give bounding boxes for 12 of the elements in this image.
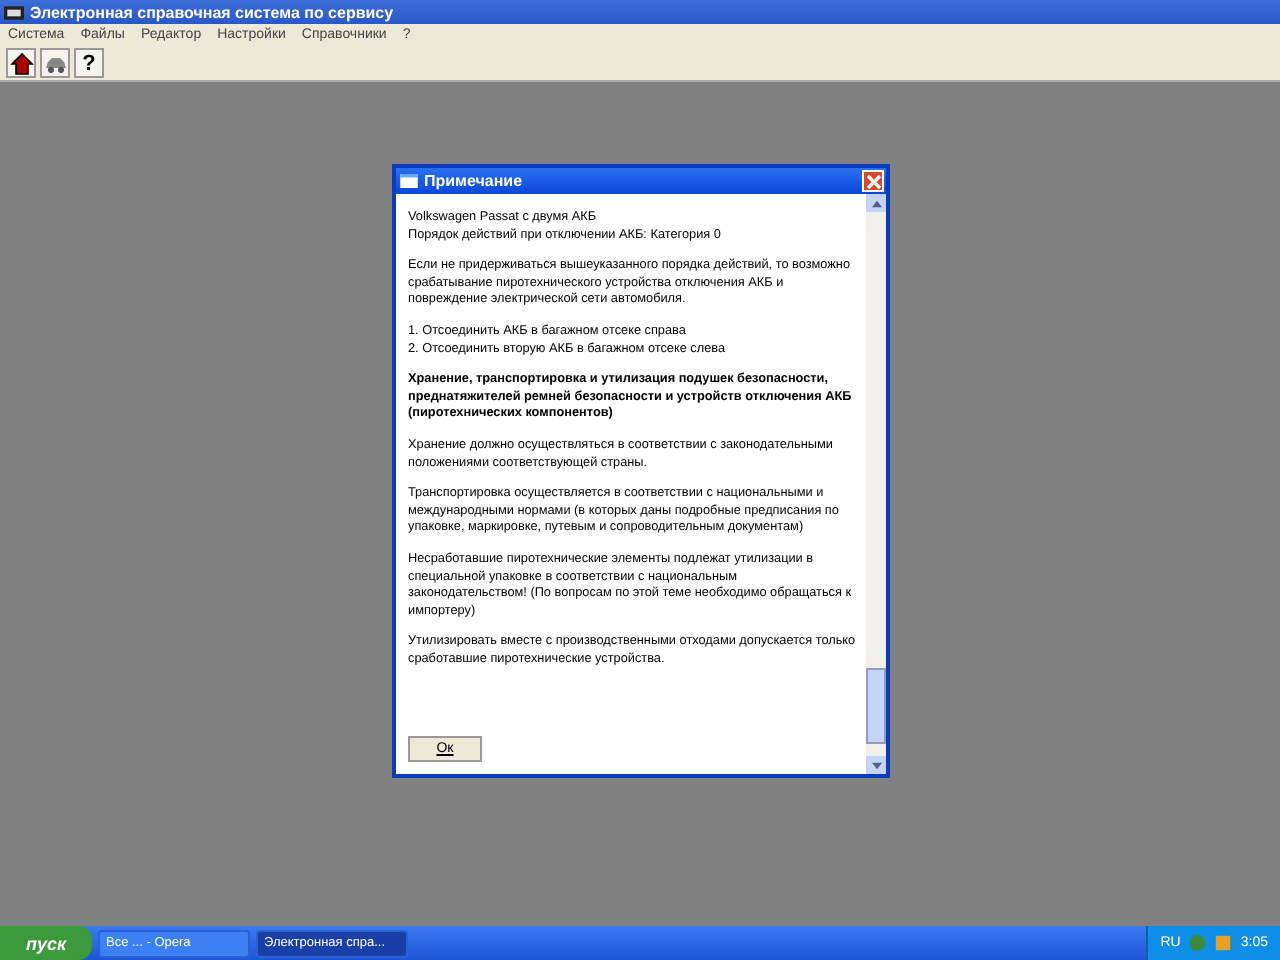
close-button[interactable] (862, 170, 884, 192)
start-button[interactable]: пуск (0, 926, 92, 960)
down-arrow-icon[interactable] (871, 761, 881, 769)
help-icon[interactable]: ? (74, 48, 104, 78)
scrollbar[interactable] (866, 194, 886, 774)
window-title: Электронная справочная система по сервису (30, 3, 394, 21)
up-arrow-icon[interactable] (871, 199, 881, 207)
scrollbar-thumb[interactable] (866, 668, 886, 744)
car-icon[interactable] (40, 48, 70, 78)
app-icon (4, 3, 24, 21)
window-icon (400, 174, 418, 188)
dialog-title: Примечание (424, 172, 525, 190)
